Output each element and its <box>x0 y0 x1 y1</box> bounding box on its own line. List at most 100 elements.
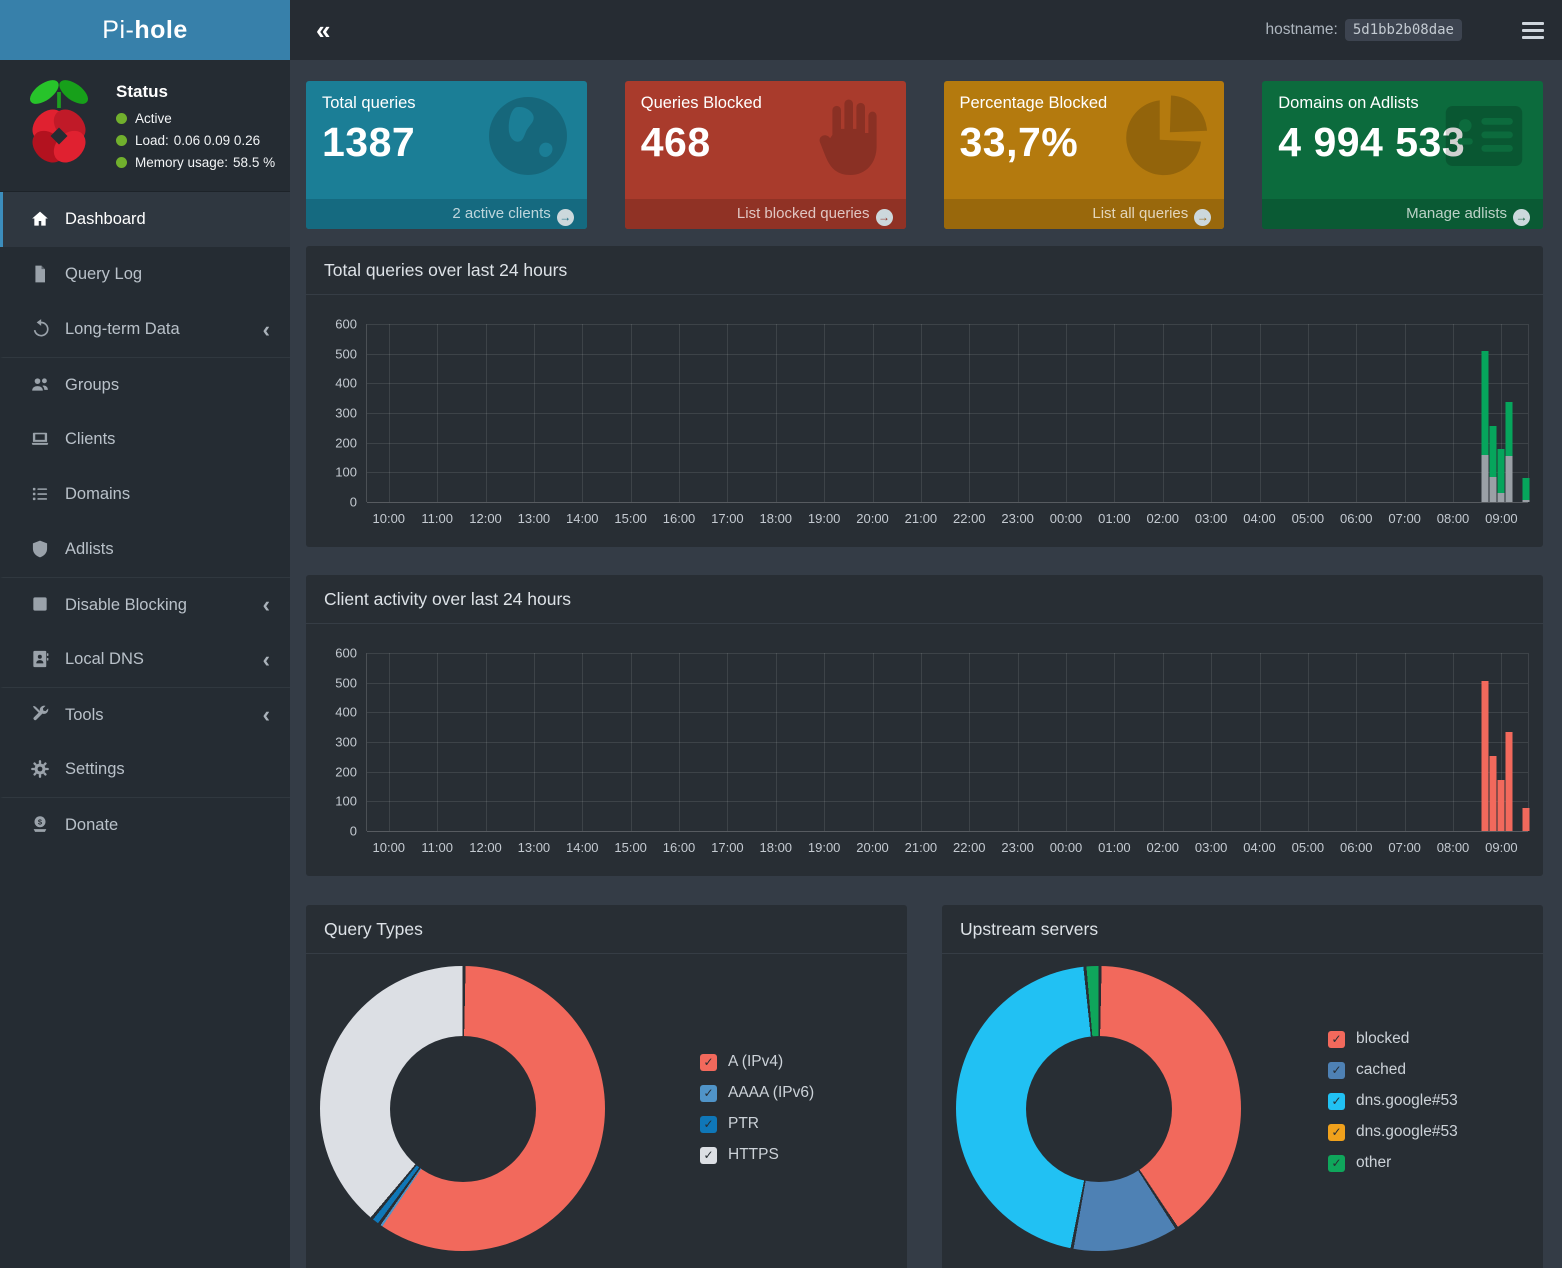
card-footer-link[interactable]: List all queries→ <box>944 199 1225 229</box>
y-axis-label: 200 <box>315 764 357 779</box>
x-axis-label: 14:00 <box>566 840 599 855</box>
status-value: 58.5 % <box>233 155 275 170</box>
legend-item-other[interactable]: ✓other <box>1328 1154 1458 1172</box>
gridline <box>631 324 632 502</box>
legend-item-dns-google-53[interactable]: ✓dns.google#53 <box>1328 1123 1458 1141</box>
gridline <box>367 653 1528 654</box>
gridline <box>1260 653 1261 831</box>
gridline <box>1114 324 1115 502</box>
x-axis-label: 18:00 <box>759 840 792 855</box>
card-footer-link[interactable]: 2 active clients→ <box>306 199 587 229</box>
gridline <box>727 324 728 502</box>
arrow-circle-right-icon: → <box>1194 209 1211 226</box>
bar-09:10 <box>1506 324 1513 502</box>
x-axis-label: 15:00 <box>614 511 647 526</box>
menu-icon[interactable] <box>1504 0 1562 60</box>
gridline <box>969 324 970 502</box>
legend-label: cached <box>1356 1061 1406 1079</box>
y-axis-label: 0 <box>315 824 357 839</box>
card-footer-link[interactable]: Manage adlists → <box>1262 199 1543 229</box>
gridline <box>776 324 777 502</box>
bar-09:00 <box>1498 653 1505 831</box>
legend-item-aaaa-ipv6[interactable]: ✓AAAA (IPv6) <box>700 1084 814 1102</box>
bottom-row: Query Types ✓A (IPv4)✓AAAA (IPv6)✓PTR✓HT… <box>306 905 1543 1268</box>
x-axis-label: 21:00 <box>905 511 938 526</box>
legend-label: HTTPS <box>728 1146 779 1164</box>
x-axis-label: 12:00 <box>469 840 502 855</box>
y-axis-label: 600 <box>315 317 357 332</box>
x-axis-label: 09:00 <box>1485 840 1518 855</box>
x-axis-label: 01:00 <box>1098 511 1131 526</box>
file-icon <box>30 264 52 286</box>
legend-item-dns-google-53[interactable]: ✓dns.google#53 <box>1328 1092 1458 1110</box>
arrow-circle-right-icon: → <box>876 209 893 226</box>
query-types-donut <box>320 966 605 1251</box>
card-footer-label: Manage adlists <box>1406 205 1507 222</box>
x-axis-label: 00:00 <box>1050 511 1083 526</box>
y-axis-label: 100 <box>315 794 357 809</box>
legend-item-https[interactable]: ✓HTTPS <box>700 1146 814 1164</box>
sidebar-item-local-dns[interactable]: Local DNS‹ <box>0 632 290 687</box>
status-value: 0.06 0.09 0.26 <box>174 133 260 148</box>
x-axis-label: 18:00 <box>759 511 792 526</box>
status-label: Load: <box>135 133 169 148</box>
x-axis-label: 05:00 <box>1292 840 1325 855</box>
status-row-memory-usage: Memory usage:58.5 % <box>116 155 275 170</box>
sidebar-item-dashboard[interactable]: Dashboard <box>0 192 290 247</box>
gridline <box>1356 653 1357 831</box>
bar-08:50 <box>1490 653 1497 831</box>
hostname-label: hostname: <box>1265 21 1337 39</box>
sidebar-collapse-button[interactable]: « <box>316 17 330 43</box>
status-label: Active <box>135 111 172 126</box>
total-queries-chart: 600500400300200100010:0011:0012:0013:001… <box>366 324 1529 502</box>
sidebar-item-groups[interactable]: Groups <box>0 357 290 412</box>
main-content: Total queries13872 active clients→Querie… <box>290 60 1562 1268</box>
y-axis-label: 300 <box>315 735 357 750</box>
gridline <box>1066 653 1067 831</box>
x-axis-label: 06:00 <box>1340 511 1373 526</box>
checkbox-checked-icon: ✓ <box>700 1054 717 1071</box>
arrow-circle-right-icon: → <box>1513 209 1530 226</box>
legend-item-a-ipv4[interactable]: ✓A (IPv4) <box>700 1053 814 1071</box>
sidebar-item-query-log[interactable]: Query Log <box>0 247 290 302</box>
sidebar-item-disable-blocking[interactable]: Disable Blocking‹ <box>0 577 290 632</box>
sidebar-item-settings[interactable]: Settings <box>0 742 290 797</box>
x-axis-label: 10:00 <box>372 511 405 526</box>
gridline <box>873 324 874 502</box>
topbar: « hostname: 5d1bb2b08dae <box>290 0 1562 60</box>
sidebar-item-domains[interactable]: Domains <box>0 467 290 522</box>
sidebar-item-donate[interactable]: $Donate <box>0 797 290 852</box>
gridline <box>437 653 438 831</box>
x-axis-label: 08:00 <box>1437 840 1470 855</box>
x-axis-label: 16:00 <box>663 511 696 526</box>
legend-item-blocked[interactable]: ✓blocked <box>1328 1030 1458 1048</box>
bar-08:40 <box>1482 324 1489 502</box>
y-axis-label: 200 <box>315 435 357 450</box>
sidebar-item-adlists[interactable]: Adlists <box>0 522 290 577</box>
x-axis-label: 10:00 <box>372 840 405 855</box>
shield-icon <box>30 539 52 561</box>
legend-item-cached[interactable]: ✓cached <box>1328 1061 1458 1079</box>
gridline <box>1163 653 1164 831</box>
summary-cards: Total queries13872 active clients→Querie… <box>306 81 1543 229</box>
sidebar-item-long-term-data[interactable]: Long-term Data‹ <box>0 302 290 357</box>
x-axis-label: 07:00 <box>1388 840 1421 855</box>
x-axis-label: 01:00 <box>1098 840 1131 855</box>
sidebar-item-tools[interactable]: Tools‹ <box>0 687 290 742</box>
legend-item-ptr[interactable]: ✓PTR <box>700 1115 814 1133</box>
gridline <box>631 653 632 831</box>
tools-icon <box>30 704 52 726</box>
x-axis-label: 17:00 <box>711 840 744 855</box>
sidebar-item-clients[interactable]: Clients <box>0 412 290 467</box>
list-card-icon <box>1439 91 1529 181</box>
upstream-servers-legend: ✓blocked✓cached✓dns.google#53✓dns.google… <box>1328 1030 1458 1251</box>
x-axis-label: 13:00 <box>518 840 551 855</box>
gridline <box>776 653 777 831</box>
gridline <box>486 653 487 831</box>
card-footer-link[interactable]: List blocked queries→ <box>625 199 906 229</box>
summary-card-total-queries: Total queries13872 active clients→ <box>306 81 587 229</box>
x-axis-label: 05:00 <box>1292 511 1325 526</box>
checkbox-checked-icon: ✓ <box>1328 1031 1345 1048</box>
gridline <box>1260 324 1261 502</box>
x-axis-label: 09:00 <box>1485 511 1518 526</box>
